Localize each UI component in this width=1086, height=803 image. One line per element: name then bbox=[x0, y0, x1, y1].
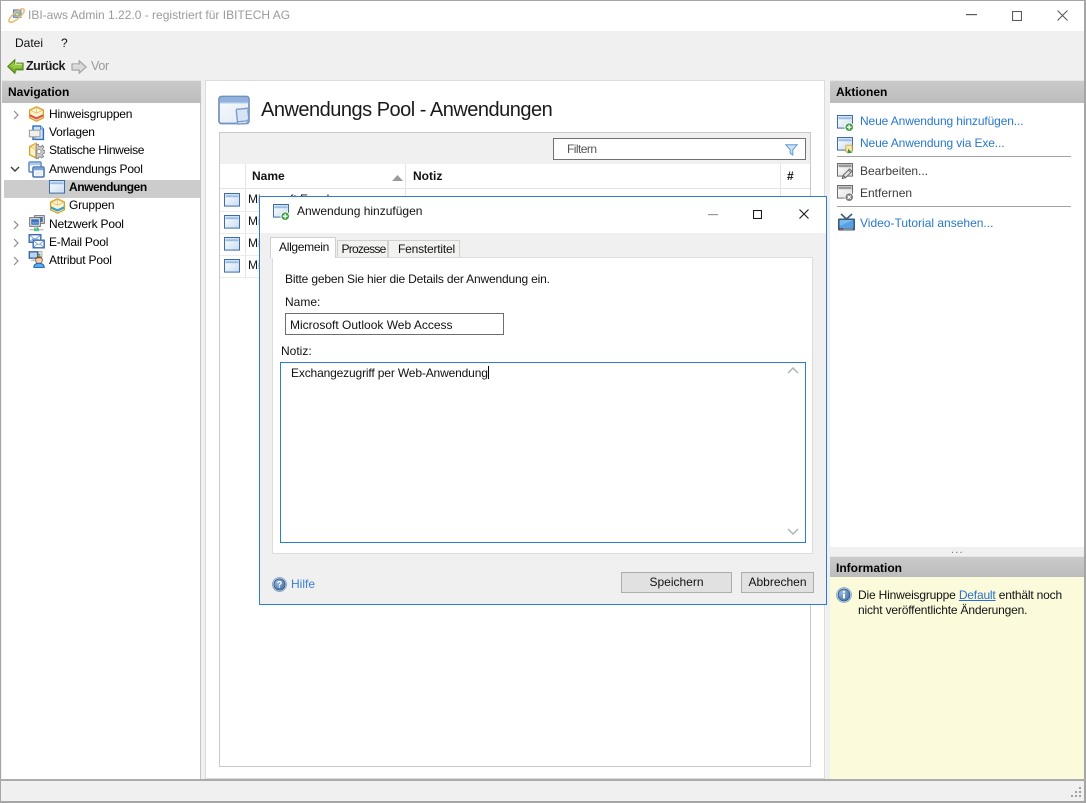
svg-text:?: ? bbox=[277, 579, 283, 589]
